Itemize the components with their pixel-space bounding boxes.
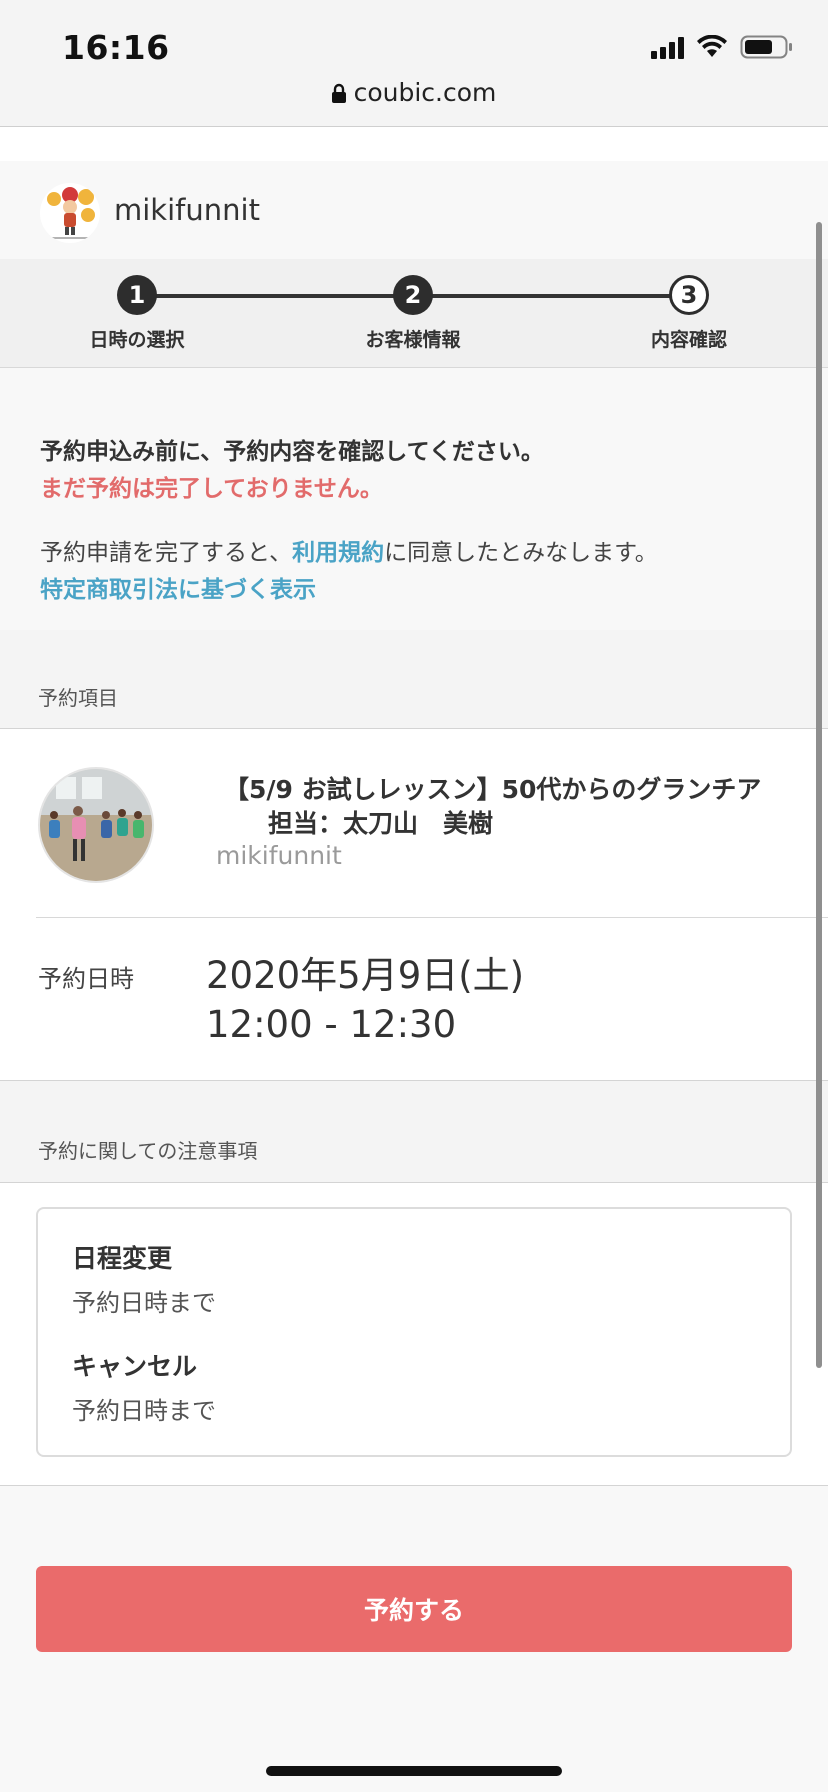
lesson-thumbnail bbox=[38, 767, 154, 883]
home-indicator[interactable] bbox=[266, 1766, 562, 1776]
reservation-time: 12:00 - 12:30 bbox=[206, 1003, 457, 1046]
confirmation-notice: 予約申込み前に、予約内容を確認してください。 まだ予約は完了しておりません。 予… bbox=[0, 368, 828, 630]
commerce-law-link[interactable]: 特定商取引法に基づく表示 bbox=[40, 570, 316, 604]
rules-box: 日程変更 予約日時まで キャンセル 予約日時まで bbox=[36, 1207, 792, 1457]
datetime-label: 予約日時 bbox=[38, 965, 134, 993]
datetime-value: 2020年5月9日(土) 12:00 - 12:30 bbox=[206, 951, 524, 1049]
lesson-title-line1: 【5/9 お試しレッスン】50代からのグランチア bbox=[224, 775, 762, 804]
terms-suffix: に同意したとみなします。 bbox=[384, 540, 658, 566]
reservation-date: 2020年5月9日(土) bbox=[206, 954, 525, 997]
lesson-title: 【5/9 お試しレッスン】50代からのグランチア 担当：太刀山 美樹 bbox=[224, 773, 804, 841]
shop-name[interactable]: mikifunnit bbox=[114, 193, 260, 227]
confirm-instruction: 予約申込み前に、予約内容を確認してください。 bbox=[40, 439, 544, 465]
browser-top-bar: 16:16 coubic.com bbox=[0, 0, 828, 127]
wifi-icon bbox=[697, 35, 727, 57]
status-time: 16:16 bbox=[62, 28, 170, 67]
progress-stepper: 1 2 3 日時の選択 お客様情報 内容確認 bbox=[0, 259, 828, 368]
rules-section-label: 予約に関しての注意事項 bbox=[38, 1139, 258, 1163]
status-icons bbox=[651, 34, 794, 60]
cancel-value: 予約日時まで bbox=[72, 1397, 216, 1425]
reschedule-heading: 日程変更 bbox=[72, 1244, 173, 1273]
terms-link[interactable]: 利用規約 bbox=[292, 540, 384, 566]
reservation-section-header: 予約項目 bbox=[0, 630, 828, 729]
lock-icon bbox=[331, 83, 346, 103]
reservation-item-panel: 【5/9 お試しレッスン】50代からのグランチア 担当：太刀山 美樹 mikif… bbox=[0, 729, 828, 1081]
cellular-signal-icon bbox=[651, 35, 684, 59]
battery-icon bbox=[740, 35, 792, 59]
step-3-label: 内容確認 bbox=[650, 329, 727, 351]
step-1-circle: 1 bbox=[117, 275, 157, 315]
rules-panel: 日程変更 予約日時まで キャンセル 予約日時まで bbox=[0, 1183, 828, 1486]
page-top-spacer bbox=[0, 127, 828, 161]
terms-notice: 予約申請を完了すると、利用規約に同意したとみなします。 bbox=[40, 533, 658, 567]
reschedule-value: 予約日時まで bbox=[72, 1289, 216, 1317]
lesson-title-line2: 担当：太刀山 美樹 bbox=[268, 809, 494, 838]
step-2-label: お客様情報 bbox=[365, 329, 461, 351]
shop-header: mikifunnit bbox=[0, 161, 828, 259]
step-1-label: 日時の選択 bbox=[89, 329, 185, 351]
url-text: coubic.com bbox=[353, 78, 497, 107]
reservation-section-label: 予約項目 bbox=[38, 686, 118, 710]
not-complete-warning: まだ予約は完了しておりません。 bbox=[40, 476, 383, 502]
item-divider bbox=[36, 917, 828, 918]
lesson-photo-image bbox=[40, 769, 152, 881]
mascot-logo-icon bbox=[47, 187, 95, 239]
step-3-circle: 3 bbox=[669, 275, 709, 315]
page-scrollbar[interactable] bbox=[816, 222, 822, 1368]
terms-prefix: 予約申請を完了すると、 bbox=[40, 540, 293, 566]
shop-logo[interactable] bbox=[40, 183, 100, 243]
cancel-heading: キャンセル bbox=[72, 1352, 198, 1381]
step-2-circle: 2 bbox=[393, 275, 433, 315]
lesson-shop-name: mikifunnit bbox=[216, 841, 342, 870]
url-bar[interactable]: coubic.com bbox=[0, 78, 828, 107]
rules-section-header: 予約に関しての注意事項 bbox=[0, 1081, 828, 1183]
reserve-button[interactable]: 予約する bbox=[36, 1566, 792, 1652]
